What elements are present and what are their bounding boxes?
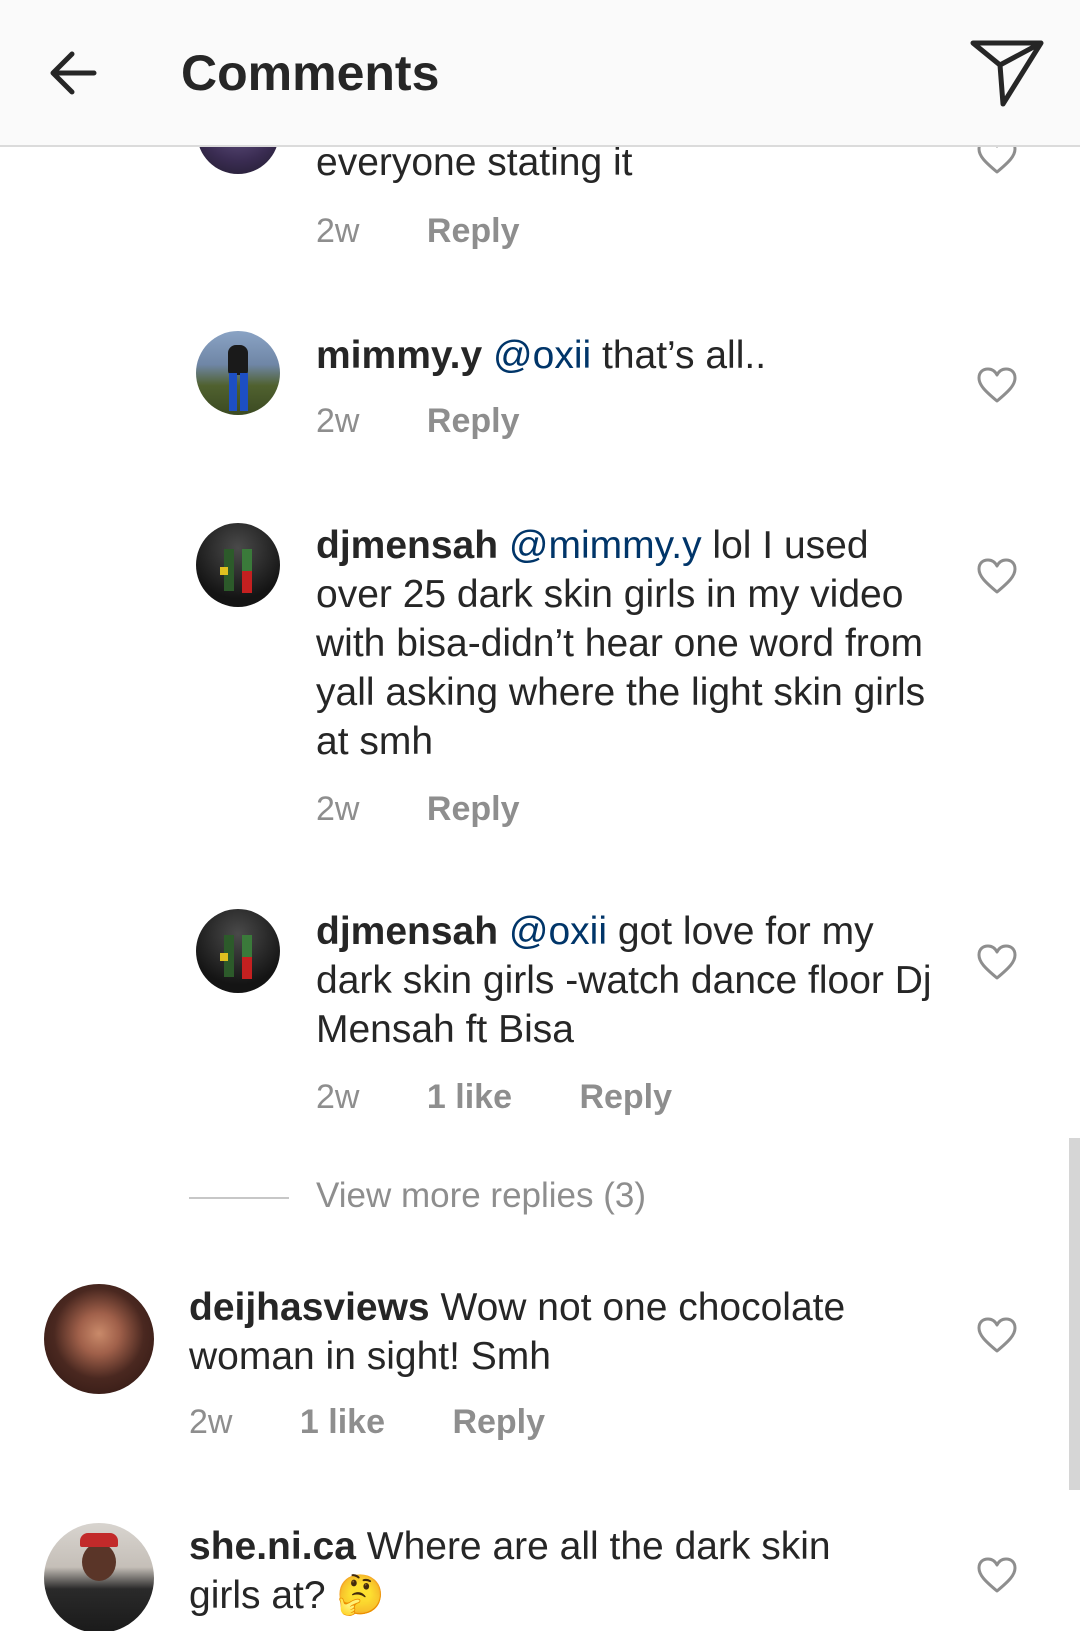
avatar[interactable]: [44, 1284, 154, 1394]
avatar[interactable]: [44, 1523, 154, 1631]
reply-button[interactable]: Reply: [427, 790, 520, 828]
heart-icon[interactable]: [977, 367, 1017, 403]
avatar[interactable]: [196, 331, 280, 415]
heart-icon[interactable]: [977, 1317, 1017, 1353]
avatar[interactable]: [196, 909, 280, 993]
comment-meta: 2w Reply: [316, 402, 520, 441]
arrow-left-icon[interactable]: [44, 44, 102, 102]
comments-screen: Comments everyone stating it 2w Reply mi…: [0, 0, 1080, 1631]
scrollbar[interactable]: [1069, 1138, 1080, 1490]
heart-icon[interactable]: [977, 558, 1017, 594]
mention-link[interactable]: @mimmy.y: [509, 524, 702, 567]
heart-icon[interactable]: [977, 1557, 1017, 1593]
comment-username[interactable]: djmensah: [316, 524, 498, 567]
comment-time: 2w: [316, 402, 360, 440]
heart-icon[interactable]: [977, 944, 1017, 980]
comment-username[interactable]: djmensah: [316, 910, 498, 953]
comment-username[interactable]: deijhasviews: [189, 1286, 430, 1329]
mention-link[interactable]: @oxii: [493, 334, 591, 377]
comment-body: that’s all..: [591, 334, 767, 377]
comment-meta: 2w 1 like Reply: [316, 1078, 672, 1117]
comment-text: djmensah @mimmy.y lol I used over 25 dar…: [316, 521, 936, 766]
comment-time: 2w: [316, 212, 360, 250]
comment-time: 2w: [189, 1403, 233, 1441]
paper-plane-icon[interactable]: [970, 38, 1044, 108]
likes-count[interactable]: 1 like: [300, 1403, 385, 1441]
view-more-replies-button[interactable]: View more replies (3): [316, 1176, 646, 1216]
thinking-emoji: 🤔: [336, 1574, 385, 1617]
likes-count[interactable]: 1 like: [427, 1078, 512, 1116]
reply-button[interactable]: Reply: [427, 402, 520, 440]
comment-meta: 2w Reply: [316, 790, 520, 829]
reply-button[interactable]: Reply: [579, 1078, 672, 1116]
divider-line: [189, 1197, 289, 1199]
mention-link[interactable]: @oxii: [509, 910, 607, 953]
header-bar: Comments: [0, 0, 1080, 147]
comment-username[interactable]: mimmy.y: [316, 334, 482, 377]
comment-text: djmensah @oxii got love for my dark skin…: [316, 907, 956, 1054]
comment-time: 2w: [316, 1078, 360, 1116]
avatar[interactable]: [196, 523, 280, 607]
page-title: Comments: [181, 45, 440, 101]
comment-text: deijhasviews Wow not one chocolate woman…: [189, 1283, 909, 1381]
comment-meta: 2w 1 like Reply: [189, 1403, 545, 1442]
comment-time: 2w: [316, 790, 360, 828]
reply-button[interactable]: Reply: [452, 1403, 545, 1441]
comment-meta: 2w Reply: [316, 212, 520, 251]
comment-username[interactable]: she.ni.ca: [189, 1525, 356, 1568]
comment-text: she.ni.ca Where are all the dark skin gi…: [189, 1522, 909, 1620]
comment-text: mimmy.y @oxii that’s all..: [316, 331, 936, 380]
reply-button[interactable]: Reply: [427, 212, 520, 250]
